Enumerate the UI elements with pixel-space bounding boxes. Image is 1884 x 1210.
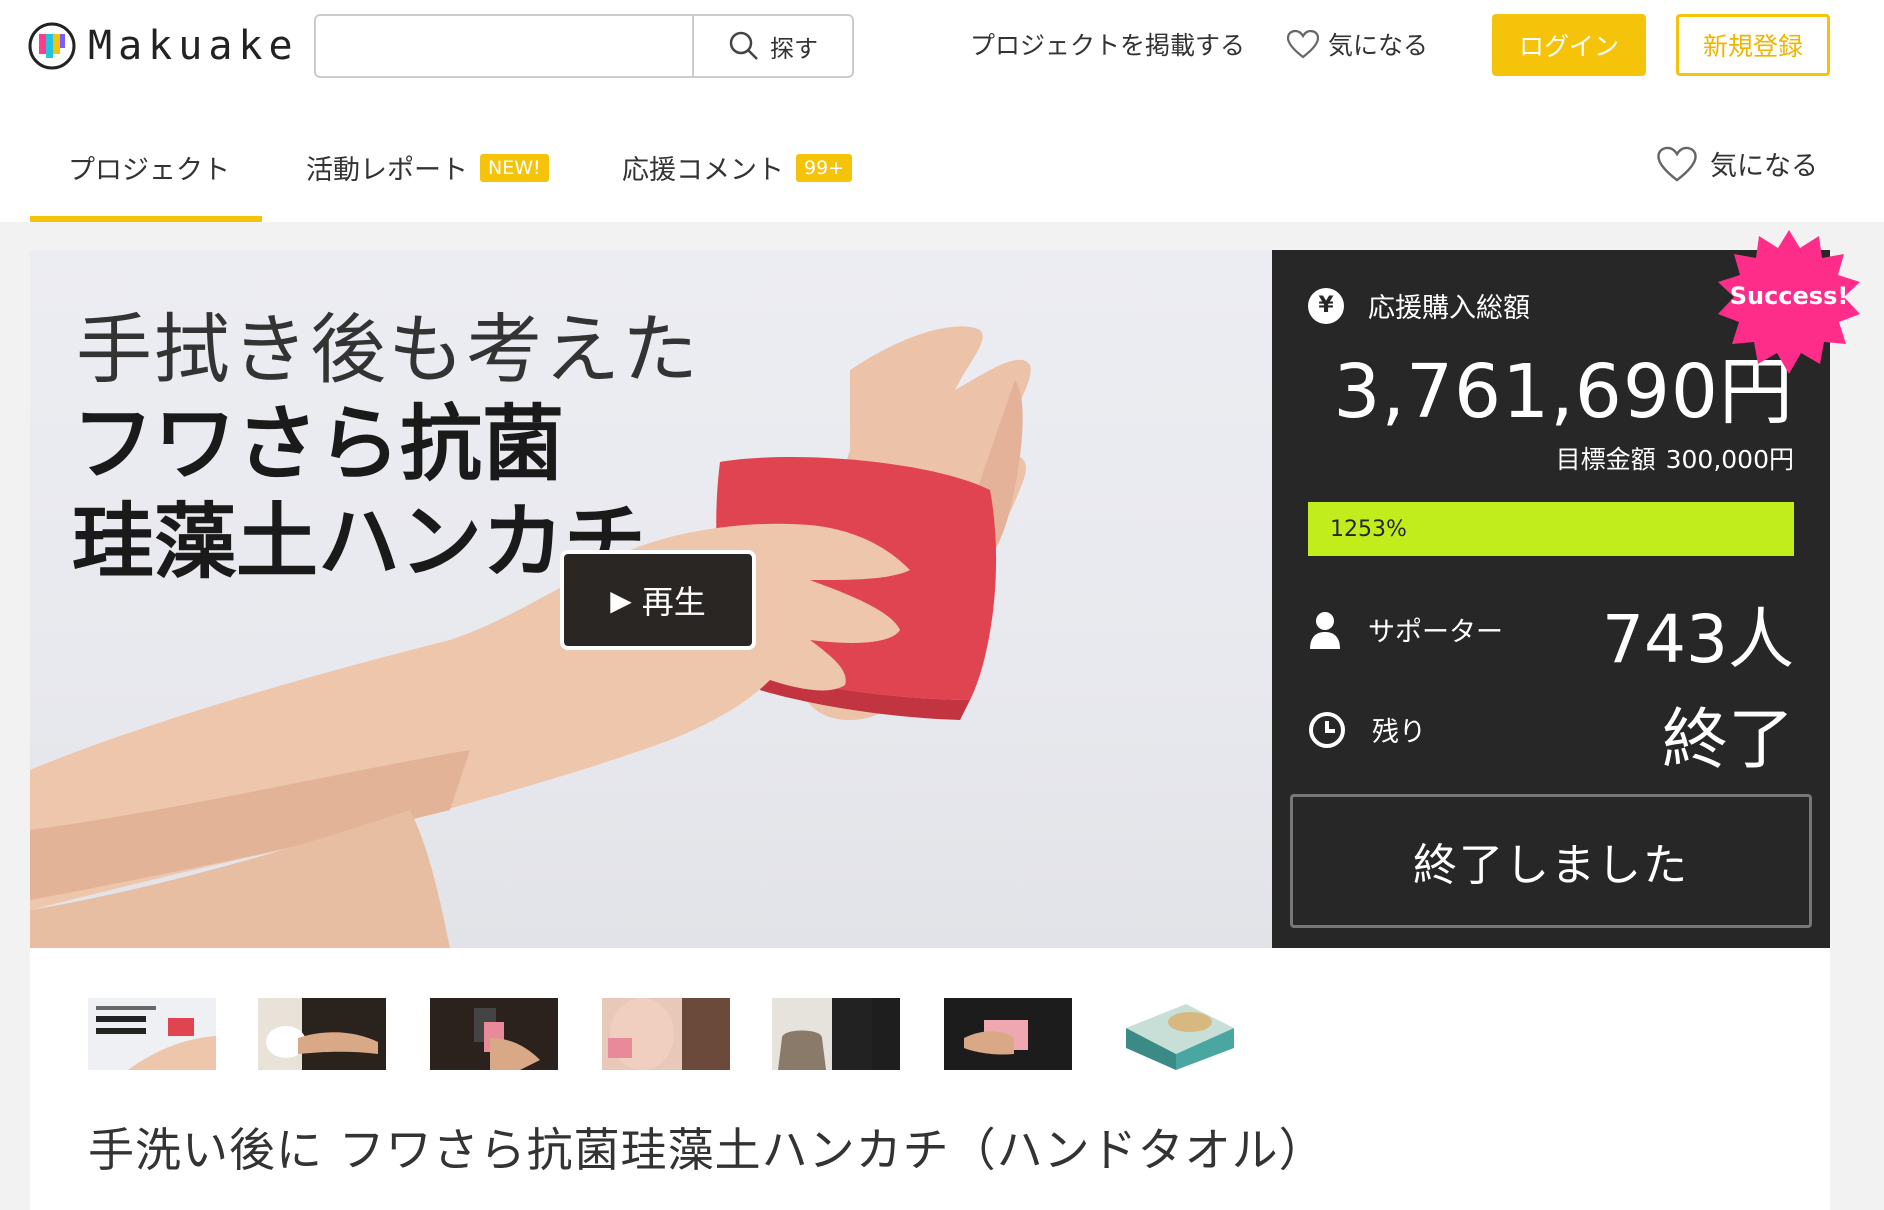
search-button-label: 探す: [770, 34, 818, 63]
hero-image[interactable]: 手拭き後も考えた フワさら抗菌 珪藻土ハンカチ ▶ 再生: [30, 250, 1272, 948]
goal-label: 目標金額: [1555, 445, 1656, 474]
heart-icon: [1286, 29, 1320, 59]
remaining-label: 残り: [1372, 717, 1426, 748]
post-project-link[interactable]: プロジェクトを掲載する: [970, 26, 1245, 62]
yen-icon: ¥: [1308, 287, 1344, 324]
play-video-button[interactable]: ▶ 再生: [560, 550, 756, 650]
gallery-thumbnail[interactable]: [88, 998, 216, 1070]
remaining-row: 残り: [1308, 710, 1426, 749]
success-badge: Success!: [1714, 228, 1864, 378]
play-icon: ▶: [610, 583, 632, 617]
gallery-thumbnail[interactable]: [772, 998, 900, 1070]
clock-icon: [1309, 711, 1345, 748]
success-label: Success!: [1729, 282, 1849, 310]
search-button[interactable]: 探す: [692, 16, 852, 76]
hero-headline-line2: フワさら抗菌: [72, 397, 565, 492]
gallery-thumbnail[interactable]: [602, 998, 730, 1070]
logo-text: Makuake: [88, 23, 299, 69]
play-label: 再生: [641, 583, 706, 621]
header-favorite-link[interactable]: 気になる: [1286, 26, 1428, 62]
person-icon: [1310, 611, 1340, 649]
tab-project[interactable]: プロジェクト: [68, 148, 230, 187]
goal-row: 目標金額 300,000円: [1556, 440, 1794, 476]
tab-project-label: プロジェクト: [68, 155, 230, 186]
header-favorite-label: 気になる: [1328, 31, 1429, 60]
project-tabs: プロジェクト 活動レポート NEW! 応援コメント 99+ 気になる: [0, 92, 1884, 222]
supporters-label: サポーター: [1368, 617, 1503, 648]
project-title: 手洗い後に フワさら抗菌珪藻土ハンカチ（ハンドタオル）: [88, 1123, 1326, 1177]
funding-progress-bar: 1253%: [1308, 502, 1794, 556]
search-box: 探す: [314, 14, 854, 78]
search-input[interactable]: [316, 16, 692, 76]
new-badge: NEW!: [480, 153, 549, 182]
total-label: 応援購入総額: [1368, 293, 1530, 324]
remaining-value: 終了: [1662, 701, 1794, 778]
supporters-value: 743人: [1602, 601, 1794, 678]
signup-button[interactable]: 新規登録: [1676, 14, 1830, 76]
post-project-label: プロジェクトを掲載する: [970, 31, 1246, 60]
total-row: ¥ 応援購入総額: [1308, 286, 1530, 325]
tab-comments-label: 応援コメント: [622, 155, 784, 186]
tab-report[interactable]: 活動レポート NEW!: [306, 148, 549, 187]
tab-report-label: 活動レポート: [306, 155, 468, 186]
gallery-thumbnail[interactable]: [944, 998, 1072, 1070]
gallery-thumbnail[interactable]: [258, 998, 386, 1070]
makuake-logo[interactable]: Makuake: [28, 22, 299, 70]
project-info-card: 手洗い後に フワさら抗菌珪藻土ハンカチ（ハンドタオル）: [30, 948, 1830, 1210]
goal-amount: 300,000円: [1665, 445, 1794, 474]
campaign-ended-button[interactable]: 終了しました: [1290, 794, 1812, 928]
funding-percent: 1253%: [1330, 516, 1407, 542]
tab-favorite-button[interactable]: 気になる: [1656, 144, 1818, 183]
supporters-row: サポーター: [1308, 610, 1503, 649]
search-icon: [729, 31, 758, 60]
comment-count-badge: 99+: [796, 153, 853, 182]
logo-icon: [28, 22, 76, 70]
tab-favorite-label: 気になる: [1710, 151, 1818, 182]
hero-headline-line1: 手拭き後も考えた: [76, 305, 700, 394]
gallery-thumbnail[interactable]: [1116, 998, 1244, 1070]
login-button[interactable]: ログイン: [1492, 14, 1646, 76]
site-header: Makuake 探す プロジェクトを掲載する 気になる ログイン 新規登録: [0, 0, 1884, 92]
gallery-thumbnail[interactable]: [430, 998, 558, 1070]
heart-icon: [1657, 146, 1697, 182]
tab-comments[interactable]: 応援コメント 99+: [622, 148, 853, 187]
